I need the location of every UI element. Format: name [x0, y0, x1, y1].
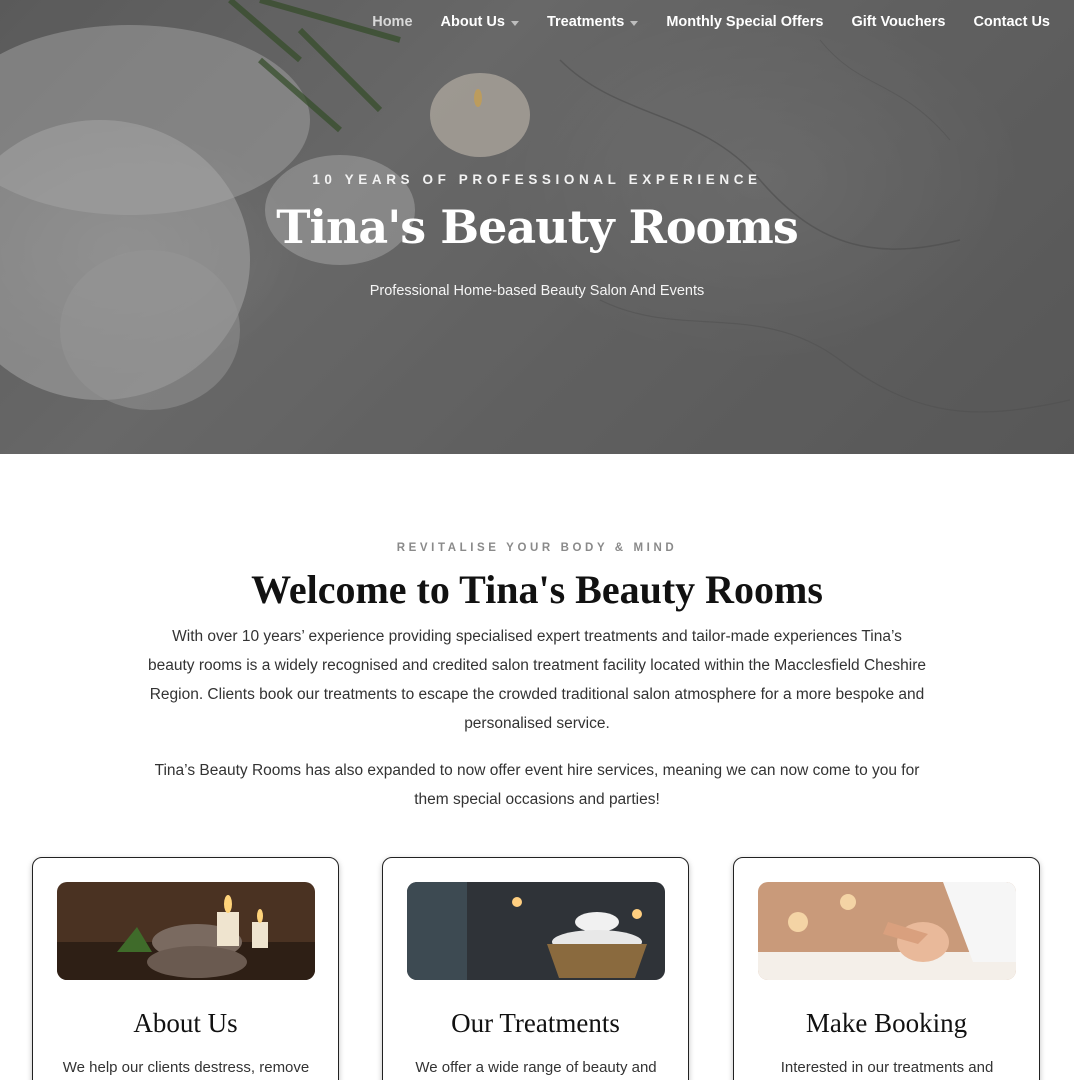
card-text: Interested in our treatments and — [780, 1059, 994, 1076]
welcome-paragraph: With over 10 years’ experience providing… — [148, 628, 926, 732]
nav-item-label: Monthly Special Offers — [666, 14, 824, 30]
card-text: We offer a wide range of beauty and — [415, 1059, 657, 1076]
card-title: Make Booking — [805, 1008, 968, 1038]
hero-subtitle: Professional Home-based Beauty Salon And… — [369, 283, 705, 299]
card-image-spa-basket — [407, 882, 665, 980]
chevron-down-icon — [630, 20, 639, 26]
nav-item-monthly-special-offers[interactable]: Monthly Special Offers — [652, 0, 837, 44]
hero-title: Tina's Beauty Rooms — [276, 200, 799, 254]
card-image-towels-candles — [57, 882, 315, 980]
nav-item-label: Gift Vouchers — [851, 14, 946, 30]
nav-item-about-us[interactable]: About Us — [427, 0, 533, 44]
card-about-us[interactable]: About Us We help our clients destress, r… — [32, 857, 339, 1080]
card-our-treatments[interactable]: Our Treatments We offer a wide range of … — [382, 857, 689, 1080]
welcome-paragraph: Tina’s Beauty Rooms has also expanded to… — [154, 762, 920, 808]
nav-item-home[interactable]: Home — [358, 0, 426, 44]
nav-item-treatments[interactable]: Treatments — [533, 0, 652, 44]
nav-item-label: About Us — [440, 14, 505, 30]
card-image-facial-massage — [758, 882, 1016, 980]
nav-item-label: Home — [372, 14, 413, 30]
chevron-down-icon — [510, 20, 519, 26]
hero-kicker: 10 YEARS OF PROFESSIONAL EXPERIENCE — [312, 172, 762, 187]
card-make-booking[interactable]: Make Booking Interested in our treatment… — [733, 857, 1040, 1080]
welcome-title: Welcome to Tina's Beauty Rooms — [251, 567, 823, 612]
welcome-kicker: REVITALISE YOUR BODY & MIND — [396, 542, 678, 554]
hero-banner: Home About Us Treatments Monthly Special… — [0, 0, 1074, 454]
nav-item-contact-us[interactable]: Contact Us — [959, 0, 1064, 44]
card-title: Our Treatments — [451, 1008, 620, 1038]
main-nav: Home About Us Treatments Monthly Special… — [358, 0, 1074, 44]
card-title: About Us — [133, 1008, 238, 1038]
nav-item-label: Contact Us — [973, 14, 1050, 30]
nav-item-label: Treatments — [546, 14, 625, 30]
nav-item-gift-vouchers[interactable]: Gift Vouchers — [837, 0, 959, 44]
card-text: We help our clients destress, remove — [62, 1059, 310, 1076]
